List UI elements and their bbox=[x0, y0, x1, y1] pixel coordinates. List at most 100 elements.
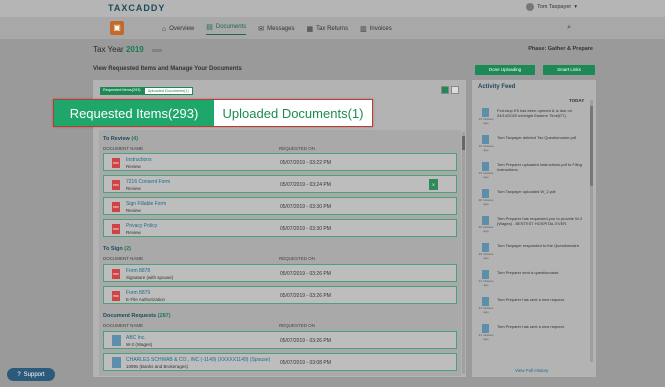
nav-item-tax-returns[interactable]: ▦ Tax Returns bbox=[306, 23, 348, 35]
document-icon bbox=[482, 324, 489, 333]
doc-date: 05/07/2019 - 03:26 PM bbox=[280, 271, 331, 277]
activity-title: Activity Feed bbox=[478, 84, 516, 90]
column-header: DOCUMENT NAME REQUESTED ON bbox=[103, 323, 457, 328]
table-row[interactable]: PDF Form 8879 E-File Authorization 05/07… bbox=[103, 286, 457, 304]
tab-uploaded-small[interactable]: Uploaded Documents(1) bbox=[143, 87, 193, 95]
table-row[interactable]: ABC Inc. W-2 (Wages) 05/07/2019 - 03:26 … bbox=[103, 331, 457, 349]
nav-item-documents[interactable]: ▤ Documents bbox=[206, 23, 247, 35]
activity-time: 21 minutes ago bbox=[478, 333, 494, 341]
tab-uploaded-documents[interactable]: Uploaded Documents(1) bbox=[214, 100, 372, 126]
activity-item: 20 minutes ago Tom Taxpayer uploaded W_2… bbox=[478, 187, 590, 211]
column-header: DOCUMENT NAME REQUESTED ON bbox=[103, 146, 457, 151]
tax-year-label: Tax Year bbox=[93, 45, 124, 54]
doc-name[interactable]: 7216 Consent Form bbox=[126, 179, 170, 185]
support-label: Support bbox=[23, 371, 45, 378]
nav-item-overview[interactable]: ⌂ Overview bbox=[162, 23, 194, 35]
col-document-name: DOCUMENT NAME bbox=[103, 146, 144, 151]
done-uploading-button[interactable]: Done Uploading bbox=[475, 65, 535, 75]
list-view-icon[interactable] bbox=[451, 86, 459, 94]
table-row[interactable]: PDF Sign Fillable Form Review 05/07/2019… bbox=[103, 197, 457, 215]
doc-name[interactable]: Sign Fillable Form bbox=[126, 201, 166, 207]
view-full-history-link[interactable]: View Full History bbox=[515, 368, 548, 373]
table-row[interactable]: PDF Instructions Review 05/07/2019 - 03:… bbox=[103, 153, 457, 171]
section-title: To Review bbox=[103, 136, 130, 142]
logo: TAXCADDY bbox=[108, 3, 166, 13]
pdf-icon: PDF bbox=[112, 202, 120, 212]
col-document-name: DOCUMENT NAME bbox=[103, 323, 144, 328]
activity-time: 19 minutes ago bbox=[478, 144, 494, 152]
doc-date: 05/07/2019 - 03:08 PM bbox=[280, 360, 331, 366]
section-to-review: To Review (4) bbox=[103, 136, 138, 142]
doc-date: 05/07/2019 - 03:22 PM bbox=[280, 160, 331, 166]
document-icon bbox=[482, 243, 489, 252]
section-to-sign: To Sign (2) bbox=[103, 246, 131, 252]
tab-bar-zoomed: Requested Items(293) Uploaded Documents(… bbox=[53, 99, 373, 127]
document-icon bbox=[482, 270, 489, 279]
document-icon bbox=[482, 297, 489, 306]
tab-requested-small[interactable]: Requested Items(293) bbox=[100, 87, 144, 95]
activity-time: 20 minutes ago bbox=[478, 252, 494, 260]
doc-sub: Signature (with spouse) bbox=[126, 275, 174, 280]
activity-time: 10 minutes ago bbox=[478, 117, 494, 125]
table-row[interactable]: PDF 7216 Consent Form Review 05/07/2019 … bbox=[103, 175, 457, 193]
activity-text: Tom Taxpayer uploaded W_2.pdf. bbox=[497, 189, 557, 194]
section-document-requests: Document Requests (287) bbox=[103, 313, 171, 319]
column-header: DOCUMENT NAME REQUESTED ON bbox=[103, 256, 457, 261]
invoices-icon: ▥ bbox=[360, 26, 367, 33]
doc-name[interactable]: CHARLES SCHWAB & CO., INC (-1149) (XXXXX… bbox=[126, 357, 270, 363]
section-count: (287) bbox=[157, 313, 171, 319]
tax-year-alt[interactable]: 2020 bbox=[152, 48, 162, 53]
nav-label: Overview bbox=[169, 26, 195, 32]
divider bbox=[93, 56, 595, 57]
activity-time: 19 minutes ago bbox=[478, 171, 494, 179]
activity-item: 19 minutes ago Tom Preparer uploaded ins… bbox=[478, 160, 590, 184]
activity-scrollbar[interactable] bbox=[590, 100, 593, 362]
document-icon bbox=[112, 357, 121, 368]
activity-text: Tom Preparer has sent a new request. bbox=[497, 324, 565, 329]
user-menu[interactable]: Tom Taxpayer ▾ bbox=[526, 3, 577, 11]
table-row[interactable]: PDF Privacy Policy Review 05/07/2019 - 0… bbox=[103, 219, 457, 237]
table-row[interactable]: CHARLES SCHWAB & CO., INC (-1149) (XXXXX… bbox=[103, 353, 457, 371]
search-icon[interactable]: ⌕ bbox=[567, 24, 571, 32]
doc-sub: Review bbox=[126, 164, 141, 169]
doc-date: 05/07/2019 - 03:26 PM bbox=[280, 293, 331, 299]
doc-name[interactable]: Form 8878 bbox=[126, 268, 150, 274]
nav-label: Messages bbox=[267, 26, 295, 32]
pdf-icon: PDF bbox=[112, 180, 120, 190]
smart-links-button[interactable]: Smart Links bbox=[543, 65, 595, 75]
grid-view-icon[interactable] bbox=[441, 86, 449, 94]
doc-name[interactable]: ABC Inc. bbox=[126, 335, 146, 341]
nav-item-invoices[interactable]: ▥ Invoices bbox=[360, 23, 392, 35]
activity-time: 21 minutes ago bbox=[478, 279, 494, 287]
activity-item: 21 minutes ago Tom Preparer has sent a n… bbox=[478, 322, 590, 346]
doc-name[interactable]: Form 8879 bbox=[126, 290, 150, 296]
activity-text: Tom Preparer has requested you to provid… bbox=[497, 216, 583, 226]
table-row[interactable]: PDF Form 8878 Signature (with spouse) 05… bbox=[103, 264, 457, 282]
activity-text: Tom Preparer sent a questionnaire. bbox=[497, 270, 560, 275]
tab-requested-items[interactable]: Requested Items(293) bbox=[54, 100, 214, 126]
tax-year[interactable]: Tax Year 2019 2020 bbox=[93, 45, 162, 54]
doc-name[interactable]: Privacy Policy bbox=[126, 223, 157, 229]
documents-icon: ▤ bbox=[206, 24, 213, 31]
doc-date: 05/07/2019 - 03:30 PM bbox=[280, 204, 331, 210]
support-button[interactable]: ? Support bbox=[7, 368, 55, 381]
activity-time: 21 minutes ago bbox=[478, 306, 494, 314]
nav-item-messages[interactable]: ✉ Messages bbox=[258, 23, 294, 35]
spreadsheet-icon[interactable]: X bbox=[429, 179, 438, 190]
pdf-icon: PDF bbox=[112, 224, 120, 234]
doc-sub: W-2 (Wages) bbox=[126, 342, 153, 347]
activity-today-label: TODAY bbox=[569, 98, 585, 103]
col-requested-on: REQUESTED ON bbox=[279, 146, 316, 151]
activity-item: 21 minutes ago Tom Preparer sent a quest… bbox=[478, 268, 590, 292]
activity-time: 20 minutes ago bbox=[478, 198, 494, 206]
pdf-icon: PDF bbox=[112, 269, 120, 279]
doc-name[interactable]: Instructions bbox=[126, 157, 152, 163]
app-menu-icon[interactable]: ▣ bbox=[110, 21, 124, 35]
tab-bar-small: Requested Items(293) Uploaded Documents(… bbox=[100, 87, 193, 95]
section-title: Document Requests bbox=[103, 313, 157, 319]
documents-scrollbar[interactable] bbox=[462, 132, 465, 374]
doc-date: 05/07/2019 - 03:30 PM bbox=[280, 226, 331, 232]
activity-item: 20 minutes ago Tom Preparer has requeste… bbox=[478, 214, 590, 238]
activity-text: Tom Taxpayer deleted Tax Questionnaire.p… bbox=[497, 135, 577, 140]
activity-text: Tom Taxpayer responded to the Questionna… bbox=[497, 243, 581, 248]
